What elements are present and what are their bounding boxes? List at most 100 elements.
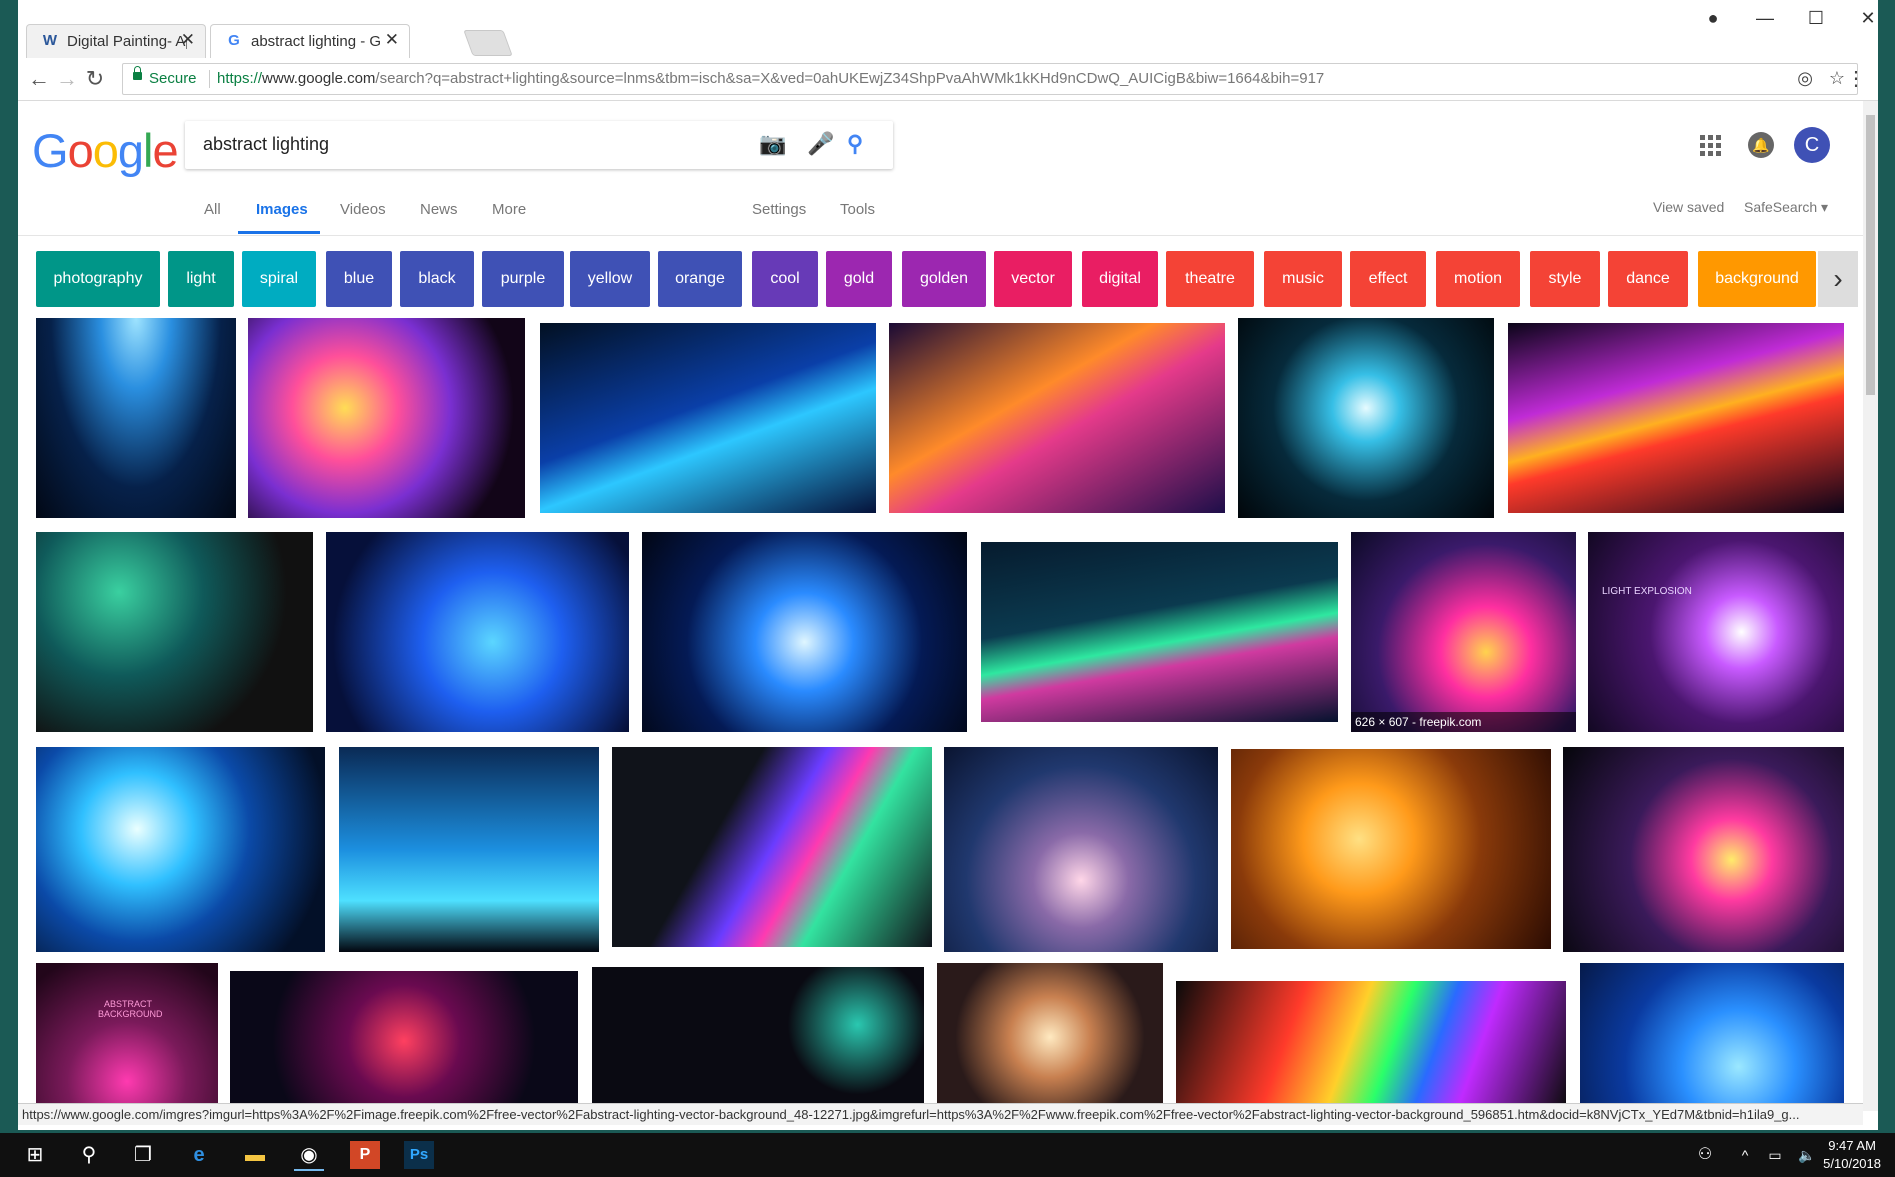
chevron-right-icon[interactable]: › bbox=[1818, 251, 1858, 307]
chip-spiral[interactable]: spiral bbox=[242, 251, 316, 307]
file-explorer-icon[interactable]: ▬ bbox=[240, 1141, 270, 1169]
scrollbar-thumb[interactable] bbox=[1866, 115, 1875, 395]
tab-videos[interactable]: Videos bbox=[340, 201, 386, 218]
image-result[interactable] bbox=[1563, 747, 1844, 952]
chip-blue[interactable]: blue bbox=[326, 251, 392, 307]
url-text[interactable]: https://www.google.com/search?q=abstract… bbox=[217, 70, 1324, 87]
apps-grid-icon[interactable] bbox=[1700, 135, 1722, 157]
image-result[interactable] bbox=[36, 318, 236, 518]
people-icon[interactable]: ⚇ bbox=[1690, 1141, 1720, 1169]
image-result[interactable] bbox=[540, 323, 876, 513]
chip-golden[interactable]: golden bbox=[902, 251, 986, 307]
camera-icon[interactable]: 📷 bbox=[759, 131, 786, 157]
image-result[interactable] bbox=[937, 963, 1163, 1111]
new-tab-button[interactable] bbox=[463, 30, 513, 56]
image-result[interactable] bbox=[1231, 749, 1551, 949]
image-result[interactable] bbox=[339, 747, 599, 952]
search-icon[interactable]: ⚲ bbox=[847, 131, 863, 157]
settings-link[interactable]: Settings bbox=[752, 201, 806, 218]
page-scrollbar[interactable] bbox=[1863, 101, 1878, 1111]
tab-more[interactable]: More bbox=[492, 201, 526, 218]
image-result-hovered[interactable]: 626 × 607 - freepik.com bbox=[1351, 532, 1576, 732]
tab-images[interactable]: Images bbox=[256, 201, 308, 218]
notifications-bell-icon[interactable]: 🔔 bbox=[1748, 132, 1774, 158]
lock-icon bbox=[133, 66, 142, 80]
chip-motion[interactable]: motion bbox=[1436, 251, 1520, 307]
maximize-icon[interactable]: ☐ bbox=[1801, 8, 1831, 29]
close-tab-icon[interactable]: ✕ bbox=[385, 30, 399, 50]
view-saved-link[interactable]: View saved bbox=[1653, 199, 1724, 215]
address-bar[interactable]: Secure https://www.google.com/search?q=a… bbox=[122, 63, 1858, 95]
chip-gold[interactable]: gold bbox=[826, 251, 892, 307]
image-result[interactable] bbox=[248, 318, 525, 518]
image-result[interactable] bbox=[326, 532, 629, 732]
chip-background[interactable]: background bbox=[1698, 251, 1816, 307]
volume-icon[interactable]: 🔈 bbox=[1792, 1141, 1822, 1169]
forward-arrow-icon[interactable]: → bbox=[54, 66, 80, 92]
image-result[interactable] bbox=[36, 532, 313, 732]
tools-link[interactable]: Tools bbox=[840, 201, 875, 218]
image-result[interactable]: ABSTRACT BACKGROUND bbox=[36, 963, 218, 1111]
search-input[interactable]: abstract lighting 📷 🎤 ⚲ bbox=[185, 121, 893, 169]
image-result[interactable] bbox=[592, 967, 924, 1111]
tab-news[interactable]: News bbox=[420, 201, 458, 218]
windows-start-icon[interactable]: ⊞ bbox=[20, 1141, 50, 1169]
secure-label: Secure bbox=[149, 70, 197, 87]
chip-orange[interactable]: orange bbox=[658, 251, 742, 307]
back-arrow-icon[interactable]: ← bbox=[26, 66, 52, 92]
avatar[interactable]: C bbox=[1794, 127, 1830, 163]
microphone-icon[interactable]: 🎤 bbox=[807, 131, 834, 157]
powerpoint-icon[interactable]: P bbox=[350, 1141, 380, 1169]
chrome-icon[interactable]: ◉ bbox=[294, 1141, 324, 1171]
tab-abstract-lighting[interactable]: G abstract lighting - Googl ✕ bbox=[210, 24, 410, 58]
chip-theatre[interactable]: theatre bbox=[1166, 251, 1254, 307]
image-result[interactable] bbox=[889, 323, 1225, 513]
minimize-icon[interactable]: — bbox=[1750, 8, 1780, 29]
image-result[interactable]: LIGHT EXPLOSION bbox=[1588, 532, 1844, 732]
image-result[interactable] bbox=[1508, 323, 1844, 513]
network-icon[interactable]: ▭ bbox=[1760, 1141, 1790, 1169]
wordpress-favicon-icon: W bbox=[42, 32, 58, 49]
edge-icon[interactable]: e bbox=[184, 1141, 214, 1169]
search-icon[interactable]: ⚲ bbox=[74, 1141, 104, 1169]
google-favicon-icon: G bbox=[228, 32, 240, 49]
image-result[interactable] bbox=[230, 971, 578, 1111]
chip-light[interactable]: light bbox=[168, 251, 234, 307]
menu-icon[interactable]: ⋮ bbox=[1846, 66, 1866, 91]
chip-effect[interactable]: effect bbox=[1350, 251, 1426, 307]
bookmark-star-icon[interactable]: ☆ bbox=[1829, 68, 1845, 89]
photoshop-icon[interactable]: Ps bbox=[404, 1141, 434, 1169]
safesearch-dropdown[interactable]: SafeSearch ▾ bbox=[1744, 199, 1828, 216]
image-result[interactable] bbox=[1176, 981, 1566, 1111]
search-query-text[interactable]: abstract lighting bbox=[203, 134, 329, 155]
tab-all[interactable]: All bbox=[204, 201, 221, 218]
chip-dance[interactable]: dance bbox=[1608, 251, 1688, 307]
google-logo[interactable]: Google bbox=[32, 123, 179, 178]
chip-cool[interactable]: cool bbox=[752, 251, 818, 307]
chip-style[interactable]: style bbox=[1530, 251, 1600, 307]
close-window-icon[interactable]: ✕ bbox=[1853, 8, 1878, 29]
chip-music[interactable]: music bbox=[1264, 251, 1342, 307]
chip-photography[interactable]: photography bbox=[36, 251, 160, 307]
profile-icon[interactable]: ● bbox=[1698, 8, 1728, 29]
location-icon[interactable]: ◎ bbox=[1797, 68, 1813, 89]
image-result[interactable] bbox=[981, 542, 1338, 722]
task-view-icon[interactable]: ❐ bbox=[128, 1141, 158, 1169]
chevron-up-icon[interactable]: ^ bbox=[1730, 1141, 1760, 1169]
chip-vector[interactable]: vector bbox=[994, 251, 1072, 307]
chip-yellow[interactable]: yellow bbox=[570, 251, 650, 307]
image-result[interactable] bbox=[1238, 318, 1494, 518]
chip-purple[interactable]: purple bbox=[482, 251, 564, 307]
image-result[interactable] bbox=[642, 532, 967, 732]
image-result[interactable] bbox=[36, 747, 325, 952]
tab-digital-painting[interactable]: W Digital Painting- Apple/S ✕ bbox=[26, 24, 206, 58]
chip-black[interactable]: black bbox=[400, 251, 474, 307]
taskbar-clock[interactable]: 9:47 AM 5/10/2018 bbox=[1823, 1137, 1881, 1173]
image-result[interactable] bbox=[944, 747, 1218, 952]
chip-digital[interactable]: digital bbox=[1082, 251, 1158, 307]
windows-taskbar: ⊞ ⚲ ❐ e ▬ ◉ P Ps ⚇ ^ ▭ 🔈 9:47 AM 5/10/20… bbox=[0, 1133, 1895, 1177]
image-result[interactable] bbox=[1580, 963, 1844, 1111]
reload-icon[interactable]: ↻ bbox=[82, 66, 108, 92]
close-tab-icon[interactable]: ✕ bbox=[181, 30, 195, 50]
image-result[interactable] bbox=[612, 747, 932, 947]
